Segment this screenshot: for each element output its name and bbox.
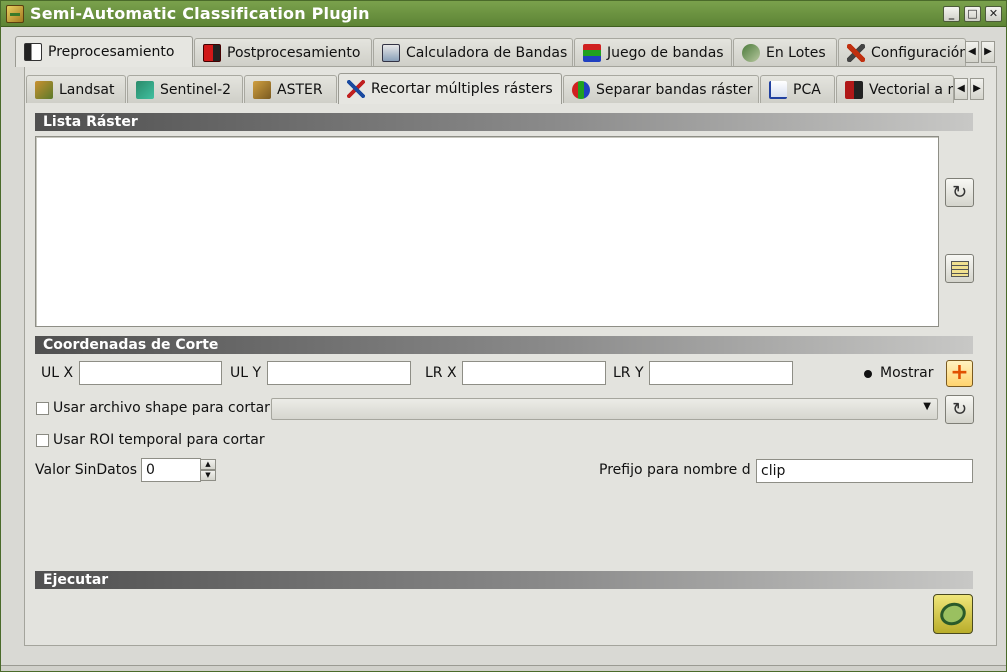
tab-label: Sentinel-2: [160, 81, 232, 98]
tab-label: Separar bandas ráster: [596, 81, 753, 98]
preprocessing-tab-bar: Landsat Sentinel-2 ASTER Recortar múltip…: [26, 73, 986, 104]
tab-preprocesamiento[interactable]: Preprocesamiento: [15, 36, 193, 67]
maximize-button[interactable]: □: [964, 6, 981, 22]
tab-label: Vectorial a r: [869, 81, 954, 98]
tab-vectorial-a-raster[interactable]: Vectorial a r: [836, 75, 954, 103]
select-all-button[interactable]: [945, 254, 974, 283]
ulx-input[interactable]: [79, 361, 222, 385]
tab-recortar-multiples-rasters[interactable]: Recortar múltiples rásters: [338, 73, 562, 104]
chevron-down-icon: ▼: [923, 401, 931, 412]
run-header: Ejecutar: [35, 571, 973, 589]
prefix-input[interactable]: clip: [756, 459, 973, 483]
use-shapefile-checkbox[interactable]: [36, 402, 49, 415]
refresh-icon: ↻: [951, 182, 968, 203]
run-button[interactable]: [933, 594, 973, 634]
title-bar: Semi-Automatic Classification Plugin _ □…: [1, 1, 1006, 27]
tab-calculadora-de-bandas[interactable]: Calculadora de Bandas: [373, 38, 573, 66]
use-shapefile-label: Usar archivo shape para cortar: [53, 400, 270, 416]
raster-list-header: Lista Ráster: [35, 113, 973, 131]
tab-label: PCA: [793, 81, 821, 98]
lrx-input[interactable]: [462, 361, 606, 385]
use-roi-label: Usar ROI temporal para cortar: [53, 432, 265, 448]
window-title: Semi-Automatic Classification Plugin: [30, 4, 370, 23]
list-icon: [950, 260, 969, 277]
show-radio[interactable]: [864, 370, 872, 378]
tab-landsat[interactable]: Landsat: [26, 75, 126, 103]
uly-input[interactable]: [267, 361, 411, 385]
tab-label: Preprocesamiento: [48, 44, 175, 60]
tab-label: Recortar múltiples rásters: [371, 81, 553, 97]
plus-icon: +: [950, 360, 969, 385]
use-roi-checkbox[interactable]: [36, 434, 49, 447]
plugin-window: Semi-Automatic Classification Plugin _ □…: [0, 0, 1007, 672]
tab-sentinel-2[interactable]: Sentinel-2: [127, 75, 243, 103]
band-set-icon: [583, 43, 601, 62]
close-button[interactable]: ✕: [985, 6, 1002, 22]
tab-label: ASTER: [277, 81, 323, 98]
nodata-decrement-button[interactable]: ▼: [200, 470, 216, 481]
tab-label: Juego de bandas: [607, 44, 724, 61]
split-bands-icon: [572, 80, 590, 99]
main-tab-bar: Preprocesamiento Postprocesamiento Calcu…: [15, 36, 995, 67]
prefix-label: Prefijo para nombre de s: [599, 462, 750, 478]
lrx-label: LR X: [425, 365, 457, 381]
tab-pca[interactable]: PCA: [760, 75, 835, 103]
tab-label: Landsat: [59, 81, 115, 98]
plugin-logo-icon: [6, 5, 24, 23]
sentinel-icon: [136, 80, 154, 99]
tab-configuracion[interactable]: Configuración: [838, 38, 966, 66]
nodata-label: Valor SinDatos: [35, 462, 138, 478]
refresh-raster-list-button[interactable]: ↻: [945, 178, 974, 207]
pca-icon: [769, 80, 787, 99]
tab-juego-de-bandas[interactable]: Juego de bandas: [574, 38, 732, 66]
tab-label: Calculadora de Bandas: [406, 44, 568, 61]
postprocessing-icon: [203, 43, 221, 62]
add-clip-point-button[interactable]: +: [946, 360, 973, 387]
refresh-icon: ↻: [951, 399, 968, 420]
refresh-shapefile-list-button[interactable]: ↻: [945, 395, 974, 424]
tab-postprocesamiento[interactable]: Postprocesamiento: [194, 38, 372, 66]
aster-icon: [253, 80, 271, 99]
lry-input[interactable]: [649, 361, 793, 385]
nodata-input[interactable]: 0: [141, 458, 201, 482]
landsat-icon: [35, 80, 53, 99]
nodata-increment-button[interactable]: ▲: [200, 459, 216, 470]
tab-scroll-right-button[interactable]: ▶: [981, 41, 995, 63]
vector-to-raster-icon: [845, 80, 863, 99]
clip-coordinates-header: Coordenadas de Corte: [35, 336, 973, 354]
subtab-scroll-right-button[interactable]: ▶: [970, 78, 984, 100]
tab-aster[interactable]: ASTER: [244, 75, 337, 103]
preprocessing-icon: [24, 43, 42, 61]
tab-en-lotes[interactable]: En Lotes: [733, 38, 837, 66]
band-calc-icon: [382, 43, 400, 62]
subtab-scroll-left-button[interactable]: ◀: [954, 78, 968, 100]
tab-label: En Lotes: [766, 44, 826, 61]
uly-label: UL Y: [230, 365, 262, 381]
window-bottom-edge: [1, 665, 1006, 671]
batch-icon: [742, 43, 760, 62]
lry-label: LR Y: [613, 365, 644, 381]
tab-separar-bandas-raster[interactable]: Separar bandas ráster: [563, 75, 759, 103]
shapefile-select[interactable]: ▼: [271, 398, 938, 420]
run-icon: [937, 599, 969, 629]
tab-scroll-left-button[interactable]: ◀: [965, 41, 979, 63]
tab-label: Postprocesamiento: [227, 44, 361, 61]
raster-list-table[interactable]: [35, 136, 939, 327]
scissors-icon: [347, 80, 365, 98]
ulx-label: UL X: [41, 365, 74, 381]
minimize-button[interactable]: _: [943, 6, 960, 22]
settings-icon: [847, 43, 865, 62]
show-label: Mostrar: [880, 365, 934, 381]
tab-label: Configuración: [871, 44, 966, 61]
